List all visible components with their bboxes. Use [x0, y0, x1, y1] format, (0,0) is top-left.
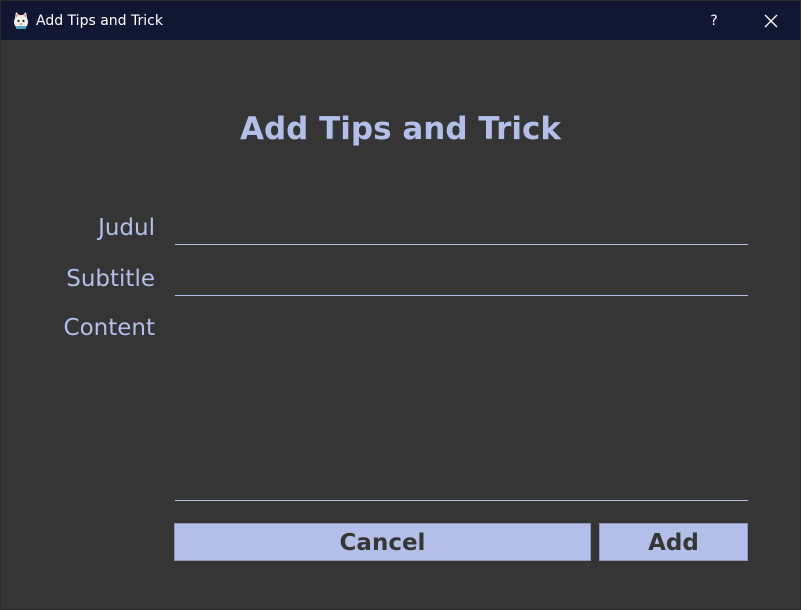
title-bar[interactable]: Add Tips and Trick ? [1, 1, 800, 40]
content-label: Content [63, 315, 155, 341]
subtitle-label: Subtitle [66, 266, 155, 292]
help-button[interactable]: ? [691, 1, 737, 40]
add-tips-dialog: Add Tips and Trick ? Add Tips and Trick … [0, 0, 801, 610]
cancel-button[interactable]: Cancel [174, 523, 591, 561]
judul-label: Judul [98, 215, 155, 241]
judul-input[interactable] [175, 209, 748, 245]
content-textarea[interactable] [175, 309, 748, 501]
window-title: Add Tips and Trick [36, 13, 163, 29]
subtitle-input[interactable] [175, 260, 748, 296]
close-icon [764, 14, 778, 27]
add-button[interactable]: Add [599, 523, 748, 561]
cat-mascot-icon [14, 12, 28, 29]
close-button[interactable] [748, 1, 794, 40]
help-glyph: ? [710, 12, 718, 29]
form-heading: Add Tips and Trick [240, 111, 561, 147]
